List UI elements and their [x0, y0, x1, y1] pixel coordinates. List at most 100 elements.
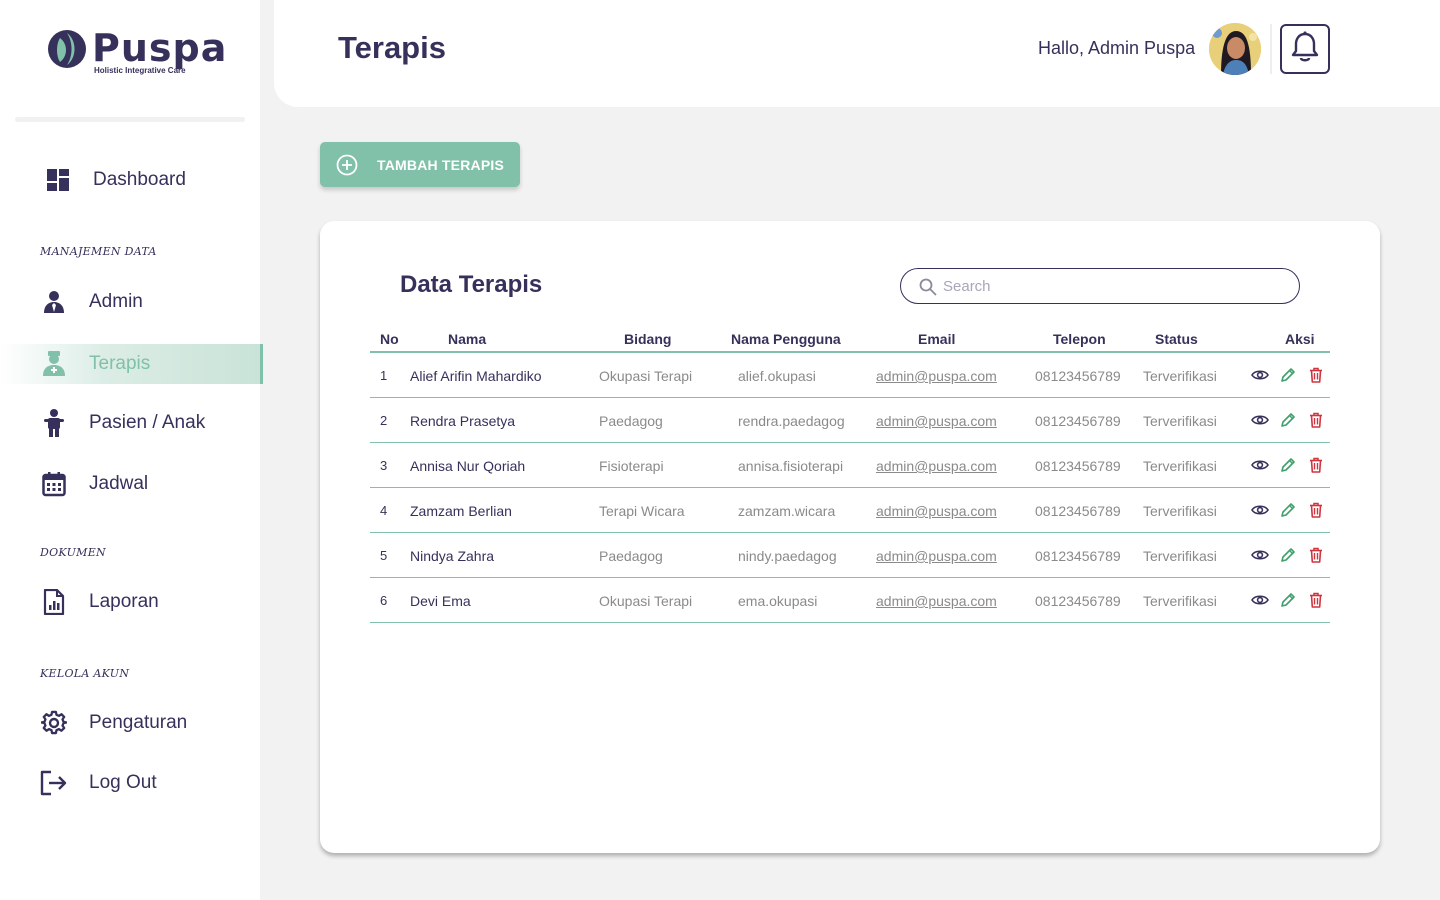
sidebar-item-label: Jadwal: [89, 473, 149, 494]
table-row: 6 Devi Ema Okupasi Terapi ema.okupasi admin@…: [370, 578, 1330, 623]
edit-icon[interactable]: [1279, 366, 1297, 384]
delete-icon[interactable]: [1307, 591, 1325, 609]
edit-icon[interactable]: [1279, 501, 1297, 519]
sidebar-item-label: Pasien / Anak: [89, 412, 206, 433]
cell-email-link[interactable]: admin@puspa.com: [876, 458, 997, 474]
avatar[interactable]: [1209, 23, 1261, 75]
page-title: Terapis: [338, 30, 446, 65]
view-icon[interactable]: [1251, 456, 1269, 474]
view-icon[interactable]: [1251, 501, 1269, 519]
cell-telepon: 08123456789: [1035, 593, 1121, 609]
sidebar-item-label: Pengaturan: [89, 712, 188, 733]
cell-no: 1: [380, 368, 388, 383]
gear-icon: [40, 709, 68, 737]
view-icon[interactable]: [1251, 591, 1269, 609]
logout-icon: [40, 769, 68, 797]
cell-nama: Nindya Zahra: [410, 548, 495, 564]
cell-telepon: 08123456789: [1035, 503, 1121, 519]
cell-email-link[interactable]: admin@puspa.com: [876, 503, 997, 519]
cell-nama: Rendra Prasetya: [410, 413, 516, 429]
cell-telepon: 08123456789: [1035, 548, 1121, 564]
cell-username: rendra.paedagog: [738, 413, 845, 429]
search-box[interactable]: [900, 268, 1300, 304]
cell-bidang: Okupasi Terapi: [599, 593, 693, 609]
sidebar-item-jadwal[interactable]: Jadwal: [0, 464, 263, 504]
sidebar-item-admin[interactable]: Admin: [0, 282, 263, 322]
therapist-data-card: Data Terapis No Nama Bidang Nama Penggun…: [320, 221, 1380, 853]
col-no: No: [380, 331, 399, 347]
table-row: 3 Annisa Nur Qoriah Fisioterapi annisa.fisi…: [370, 443, 1330, 488]
delete-icon[interactable]: [1307, 366, 1325, 384]
brand-logo[interactable]: Puspa Holistic Integrative Care: [46, 28, 227, 75]
cell-email-link[interactable]: admin@puspa.com: [876, 593, 997, 609]
greeting-text: Hallo, Admin Puspa: [1038, 38, 1196, 58]
cell-status: Terverifikasi: [1143, 503, 1217, 519]
sidebar-item-terapis[interactable]: Terapis: [0, 344, 263, 384]
cell-no: 2: [380, 413, 388, 428]
delete-icon[interactable]: [1307, 456, 1325, 474]
cell-email-link[interactable]: admin@puspa.com: [876, 413, 997, 429]
plus-circle-icon: [336, 154, 358, 181]
cell-telepon: 08123456789: [1035, 458, 1121, 474]
cell-username: zamzam.wicara: [738, 503, 836, 519]
cell-bidang: Paedagog: [599, 413, 663, 429]
therapist-table: No Nama Bidang Nama Pengguna Email Telep…: [370, 325, 1330, 623]
sidebar-item-pengaturan[interactable]: Pengaturan: [0, 703, 263, 743]
cell-no: 5: [380, 548, 388, 563]
cell-telepon: 08123456789: [1035, 368, 1121, 384]
sidebar-item-label: Terapis: [89, 353, 151, 374]
brand-name: Puspa: [92, 26, 228, 70]
view-icon[interactable]: [1251, 546, 1269, 564]
add-therapist-button[interactable]: TAMBAH TERAPIS: [320, 142, 520, 187]
top-header: Terapis Hallo, Admin Puspa: [274, 0, 1440, 107]
cell-username: alief.okupasi: [738, 368, 816, 384]
table-row: 5 Nindya Zahra Paedagog nindy.paedagog admin…: [370, 533, 1330, 578]
sidebar-item-dashboard[interactable]: Dashboard: [0, 160, 263, 200]
cell-status: Terverifikasi: [1143, 548, 1217, 564]
delete-icon[interactable]: [1307, 546, 1325, 564]
notification-button[interactable]: [1280, 24, 1330, 74]
cell-status: Terverifikasi: [1143, 593, 1217, 609]
edit-icon[interactable]: [1279, 591, 1297, 609]
search-input[interactable]: [943, 275, 1283, 297]
cell-bidang: Paedagog: [599, 548, 663, 564]
cell-bidang: Terapi Wicara: [599, 503, 685, 519]
cell-email-link[interactable]: admin@puspa.com: [876, 368, 997, 384]
view-icon[interactable]: [1251, 366, 1269, 384]
cell-nama: Annisa Nur Qoriah: [410, 458, 526, 474]
cell-no: 3: [380, 458, 388, 473]
view-icon[interactable]: [1251, 411, 1269, 429]
cell-username: nindy.paedagog: [738, 548, 837, 564]
bell-icon: [1290, 31, 1320, 68]
sidebar-item-label: Admin: [89, 291, 143, 312]
divider: [15, 117, 245, 122]
search-icon: [919, 278, 937, 301]
cell-nama: Zamzam Berlian: [410, 503, 512, 519]
section-label-manajemen-data: MANAJEMEN DATA: [40, 245, 157, 258]
report-icon: [40, 588, 68, 616]
col-status: Status: [1155, 331, 1198, 347]
calendar-icon: [40, 470, 68, 498]
dashboard-icon: [44, 166, 72, 194]
table-row: 1 Alief Arifin Mahardiko Okupasi Terapi ali…: [370, 353, 1330, 398]
table-header: No Nama Bidang Nama Pengguna Email Telep…: [370, 325, 1330, 353]
section-label-kelola-akun: KELOLA AKUN: [40, 667, 130, 680]
table-row: 4 Zamzam Berlian Terapi Wicara zamzam.wicar…: [370, 488, 1330, 533]
sidebar-item-log-out[interactable]: Log Out: [0, 763, 263, 803]
delete-icon[interactable]: [1307, 501, 1325, 519]
table-row: 2 Rendra Prasetya Paedagog rendra.paedagog a…: [370, 398, 1330, 443]
section-label-dokumen: DOKUMEN: [40, 546, 106, 559]
sidebar-item-laporan[interactable]: Laporan: [0, 582, 263, 622]
col-nama: Nama: [448, 331, 487, 347]
cell-email-link[interactable]: admin@puspa.com: [876, 548, 997, 564]
edit-icon[interactable]: [1279, 411, 1297, 429]
delete-icon[interactable]: [1307, 411, 1325, 429]
child-icon: [40, 409, 68, 437]
edit-icon[interactable]: [1279, 546, 1297, 564]
sidebar-item-label: Log Out: [89, 772, 157, 793]
cell-bidang: Okupasi Terapi: [599, 368, 693, 384]
sidebar-item-pasien-anak[interactable]: Pasien / Anak: [0, 403, 263, 443]
admin-icon: [40, 288, 68, 316]
edit-icon[interactable]: [1279, 456, 1297, 474]
cell-bidang: Fisioterapi: [599, 458, 664, 474]
